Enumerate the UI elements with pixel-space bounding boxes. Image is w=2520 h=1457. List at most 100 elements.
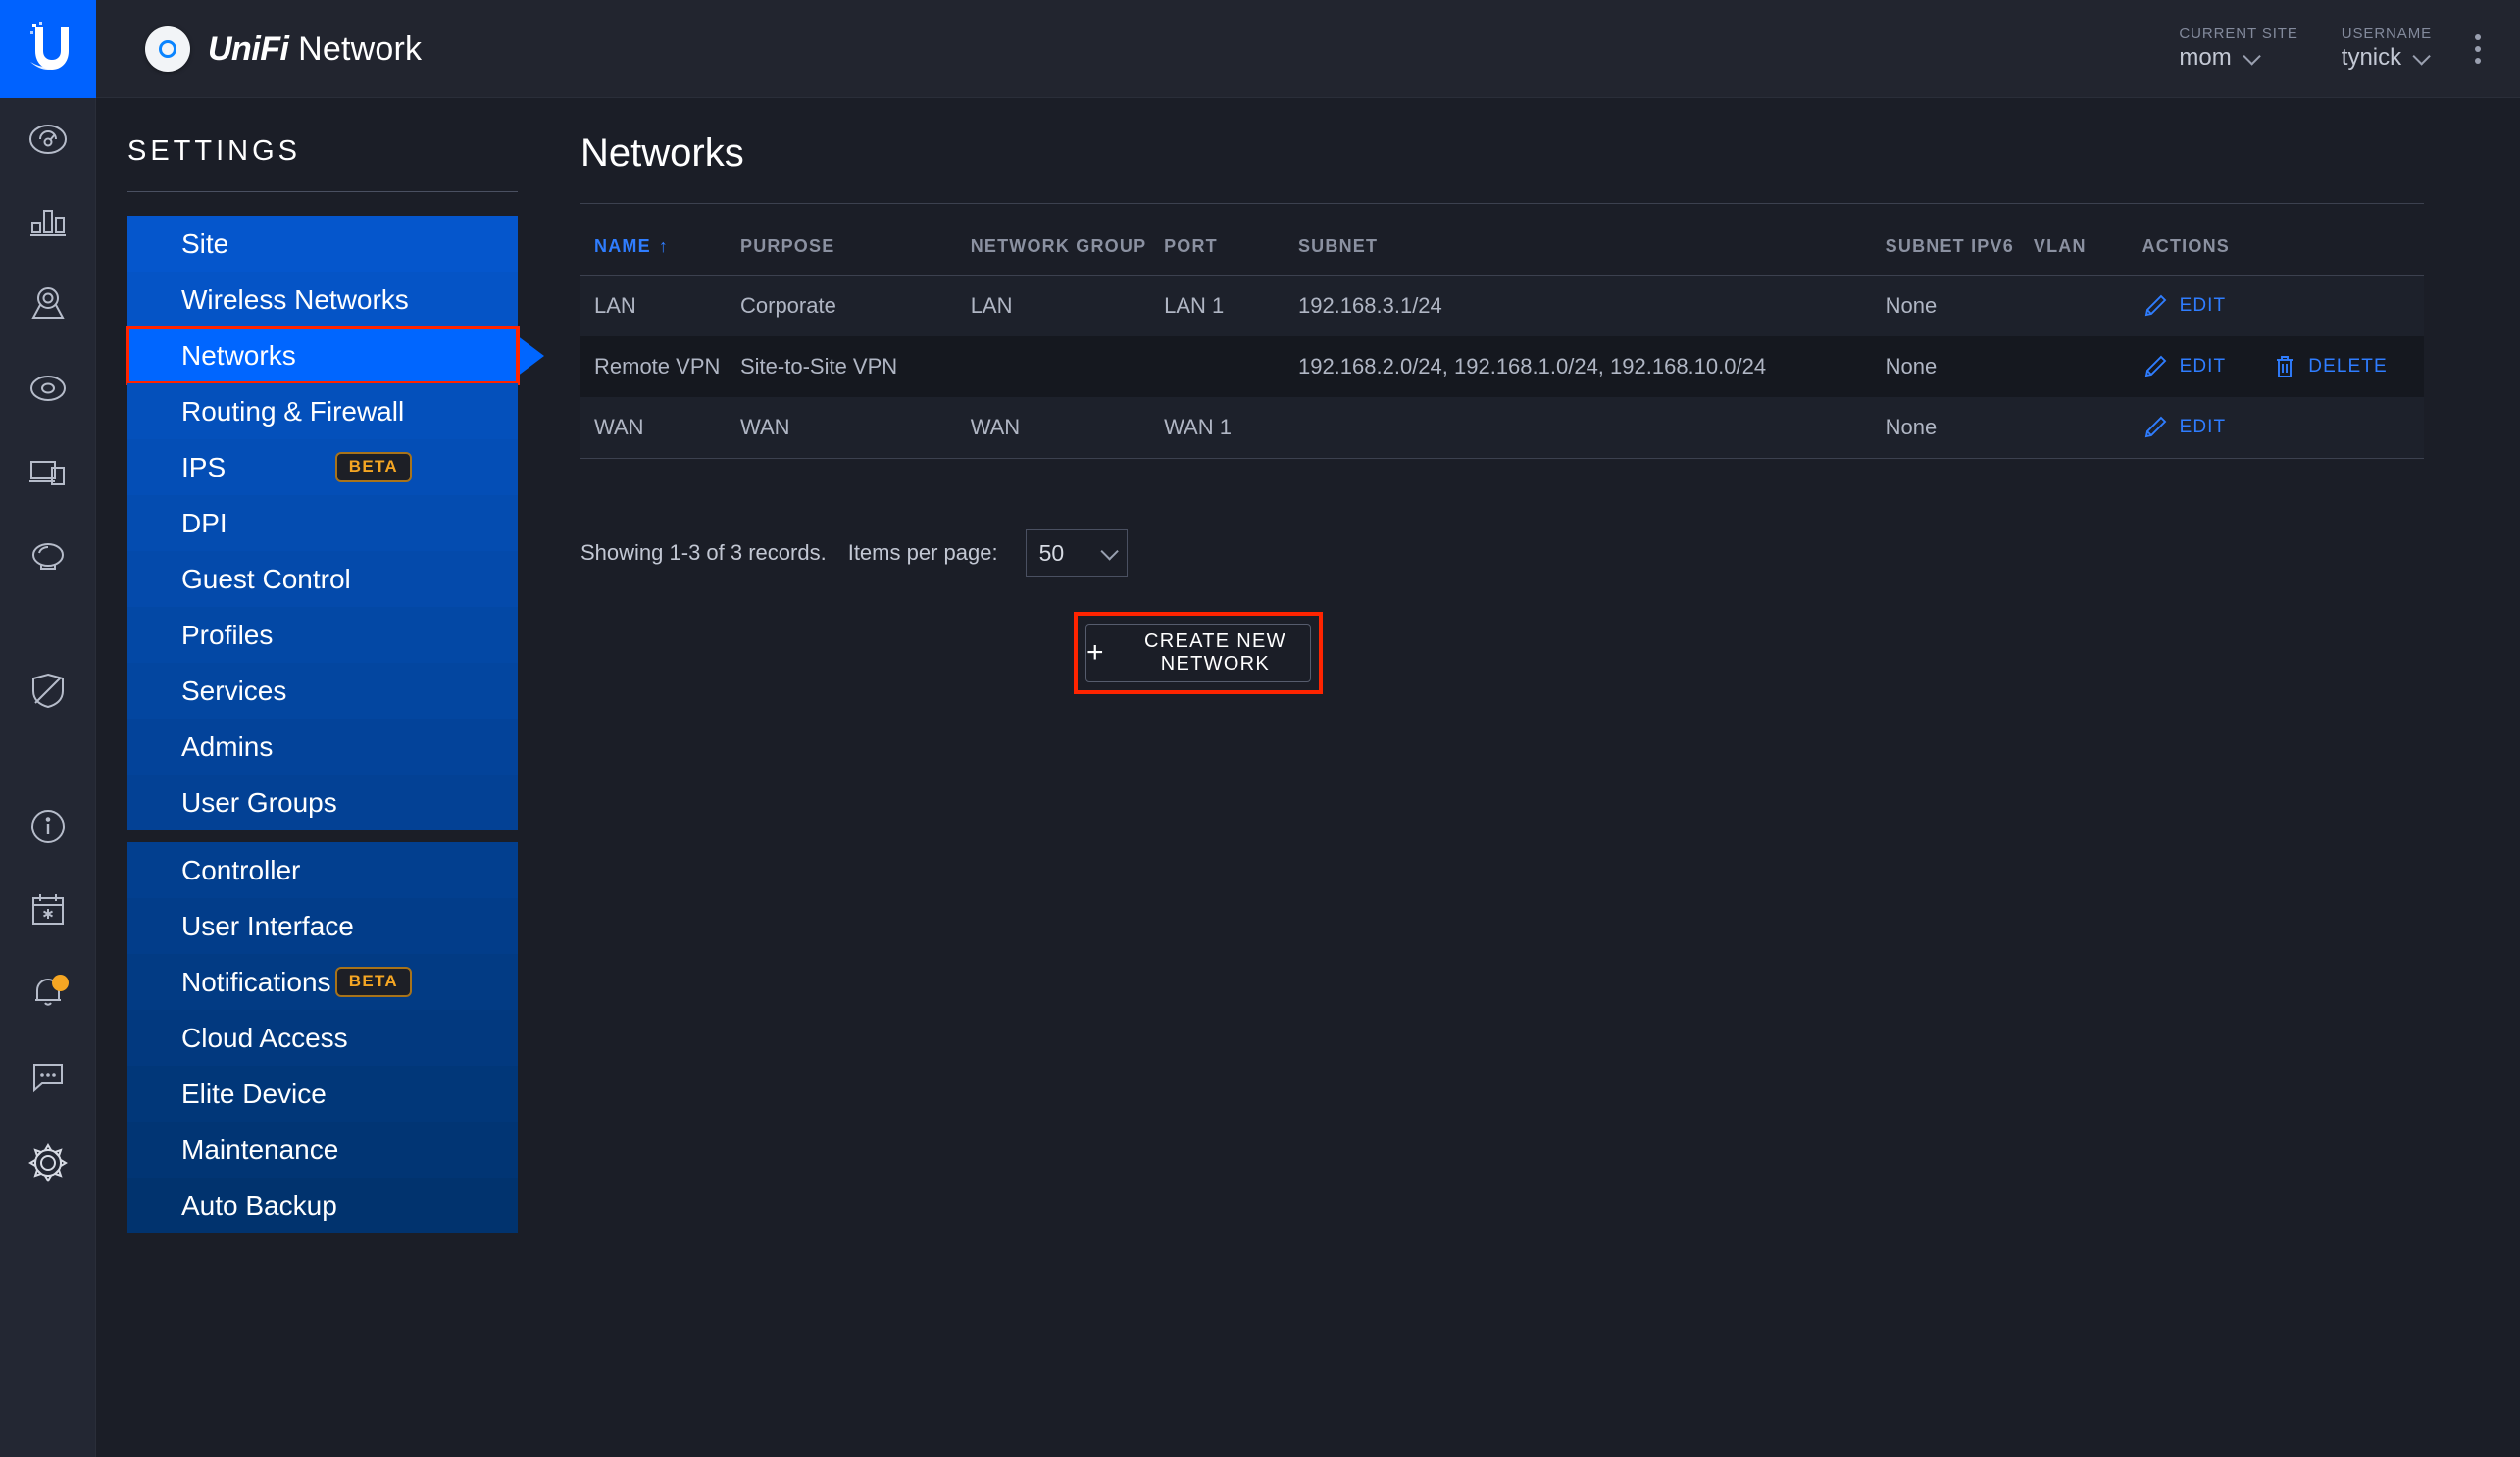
column-header-port[interactable]: PORT xyxy=(1164,221,1298,276)
cell-name: LAN xyxy=(594,293,636,318)
cell-purpose: WAN xyxy=(740,397,971,459)
clients-laptop-phone-icon[interactable] xyxy=(0,445,96,500)
sidebar-item-ips[interactable]: IPS BETA xyxy=(127,439,518,495)
column-header-name[interactable]: NAME ↑ xyxy=(580,221,740,276)
chat-bubble-icon[interactable] xyxy=(0,1049,96,1104)
delete-button[interactable]: DELETE xyxy=(2273,354,2388,379)
pagination-bar: Showing 1-3 of 3 records. Items per page… xyxy=(580,529,1128,577)
top-right-controls: CURRENT SITE mom USERNAME tynick xyxy=(2179,0,2520,98)
table-row[interactable]: Remote VPN Site-to-Site VPN 192.168.2.0/24… xyxy=(580,336,2424,397)
delete-label: DELETE xyxy=(2308,356,2388,377)
sidebar-item-guest-control[interactable]: Guest Control xyxy=(127,551,518,607)
table-row[interactable]: LAN Corporate LAN LAN 1 192.168.3.1/24 None ED… xyxy=(580,275,2424,337)
column-header-purpose[interactable]: PURPOSE xyxy=(740,221,971,276)
column-header-label: PORT xyxy=(1164,236,1218,256)
column-header-label: SUBNET xyxy=(1297,236,1379,256)
column-header-label: SUBNET IPV6 xyxy=(1885,236,2014,256)
sidebar-item-profiles[interactable]: Profiles xyxy=(127,607,518,663)
table-row[interactable]: WAN WAN WAN WAN 1 None EDIT xyxy=(580,397,2424,459)
current-site-label: CURRENT SITE xyxy=(2179,25,2298,42)
cell-name: WAN xyxy=(580,397,740,459)
chevron-down-icon xyxy=(1100,541,1119,561)
chevron-down-icon xyxy=(2243,47,2261,66)
column-header-label: NAME xyxy=(594,236,651,256)
sidebar-item-label: Guest Control xyxy=(181,563,351,594)
sidebar-item-cloud-access[interactable]: Cloud Access xyxy=(127,1010,518,1066)
sidebar-item-services[interactable]: Services xyxy=(127,663,518,719)
username-selector[interactable]: USERNAME tynick xyxy=(2342,25,2432,74)
beta-badge: BETA xyxy=(334,452,412,482)
map-pin-icon[interactable] xyxy=(0,276,96,331)
gear-settings-icon[interactable] xyxy=(0,1135,96,1190)
cell-subnet: 192.168.2.0/24, 192.168.1.0/24, 192.168.… xyxy=(1297,354,1767,378)
sidebar-item-user-interface[interactable]: User Interface xyxy=(127,898,518,954)
create-new-network-wrapper: + CREATE NEW NETWORK xyxy=(1074,612,1323,694)
column-header-actions[interactable]: ACTIONS xyxy=(2142,221,2424,276)
create-new-network-button[interactable]: + CREATE NEW NETWORK xyxy=(1085,624,1311,682)
column-header-subnet-ipv6[interactable]: SUBNET IPV6 xyxy=(1885,221,2034,276)
sidebar-item-networks[interactable]: Networks xyxy=(126,326,544,385)
sidebar-item-elite-device[interactable]: Elite Device xyxy=(127,1066,518,1122)
column-header-subnet[interactable]: SUBNET xyxy=(1297,221,1886,276)
cell-subnet: 192.168.3.1/24 xyxy=(1297,293,1442,318)
brand-product: Network xyxy=(298,29,423,68)
settings-nav-list: Site Wireless Networks Networks Routing & F… xyxy=(126,216,544,1233)
sidebar-item-routing-firewall[interactable]: Routing & Firewall xyxy=(127,383,518,439)
edit-button[interactable]: EDIT xyxy=(2142,415,2227,440)
info-circle-icon[interactable] xyxy=(0,799,96,854)
sidebar-item-dpi[interactable]: DPI xyxy=(127,495,518,551)
dashboard-gauge-icon[interactable] xyxy=(0,112,96,167)
sidebar-item-notifications[interactable]: Notifications BETA xyxy=(127,954,518,1010)
more-vertical-icon[interactable] xyxy=(2475,34,2481,64)
statistics-bar-chart-icon[interactable] xyxy=(0,194,96,249)
sidebar-item-admins[interactable]: Admins xyxy=(127,719,518,775)
sidebar-item-label: Routing & Firewall xyxy=(181,395,405,427)
cell-port: WAN 1 xyxy=(1164,397,1298,459)
devices-access-point-icon[interactable] xyxy=(0,361,96,416)
sidebar-item-label: Site xyxy=(181,227,229,259)
cell-port xyxy=(1164,336,1298,397)
cell-subnet-ipv6: None xyxy=(1885,354,1938,378)
username-value-row[interactable]: tynick xyxy=(2342,43,2432,73)
main-content: Networks NAME ↑ PURPOSE NETWORK GROUP PORT SU… xyxy=(520,98,2520,1457)
row-action-buttons: EDIT xyxy=(2142,293,2424,319)
cell-purpose: Corporate xyxy=(740,293,836,318)
cell-vlan xyxy=(2034,336,2142,397)
edit-button[interactable]: EDIT xyxy=(2142,354,2227,379)
username-value: tynick xyxy=(2341,44,2402,72)
sidebar-item-label: Wireless Networks xyxy=(181,283,409,315)
sidebar-item-label: Profiles xyxy=(181,619,274,650)
edit-button[interactable]: EDIT xyxy=(2142,293,2227,319)
sidebar-item-controller[interactable]: Controller xyxy=(127,842,518,898)
sidebar-item-label: User Groups xyxy=(181,786,337,818)
current-site-selector[interactable]: CURRENT SITE mom xyxy=(2179,25,2297,74)
sidebar-item-auto-backup[interactable]: Auto Backup xyxy=(127,1178,518,1233)
cell-network-group xyxy=(971,336,1164,397)
column-header-network-group[interactable]: NETWORK GROUP xyxy=(970,221,1165,276)
left-icon-rail xyxy=(0,98,96,1457)
cell-vlan xyxy=(2033,397,2142,459)
top-bar: UniFi Network CURRENT SITE mom USERNAME … xyxy=(0,0,2520,98)
sidebar-item-label: Auto Backup xyxy=(181,1189,337,1221)
items-per-page-select[interactable]: 50 xyxy=(1025,529,1128,577)
current-site-value-row[interactable]: mom xyxy=(2179,43,2297,73)
sidebar-item-user-groups[interactable]: User Groups xyxy=(127,775,518,830)
items-per-page-label: Items per page: xyxy=(847,540,998,565)
bell-notification-icon[interactable] xyxy=(0,965,96,1020)
cell-subnet-ipv6: None xyxy=(1885,397,2034,459)
sidebar-group-divider xyxy=(127,830,518,842)
shield-threat-management-icon[interactable] xyxy=(0,663,96,718)
ubiquiti-u-logo-icon[interactable] xyxy=(0,0,96,98)
column-header-label: VLAN xyxy=(2033,236,2087,256)
sidebar-item-label: User Interface xyxy=(181,910,354,941)
plus-icon: + xyxy=(1086,636,1105,669)
sidebar-item-wireless-networks[interactable]: Wireless Networks xyxy=(127,272,518,327)
sidebar-item-site[interactable]: Site xyxy=(127,216,518,272)
page-title-divider xyxy=(580,203,2424,204)
insights-speech-icon[interactable] xyxy=(0,529,96,584)
calendar-star-icon[interactable] xyxy=(0,882,96,937)
cell-vlan xyxy=(2034,276,2142,337)
sidebar-item-maintenance[interactable]: Maintenance xyxy=(127,1122,518,1178)
column-header-vlan[interactable]: VLAN xyxy=(2033,221,2142,276)
column-header-label: NETWORK GROUP xyxy=(970,236,1147,256)
